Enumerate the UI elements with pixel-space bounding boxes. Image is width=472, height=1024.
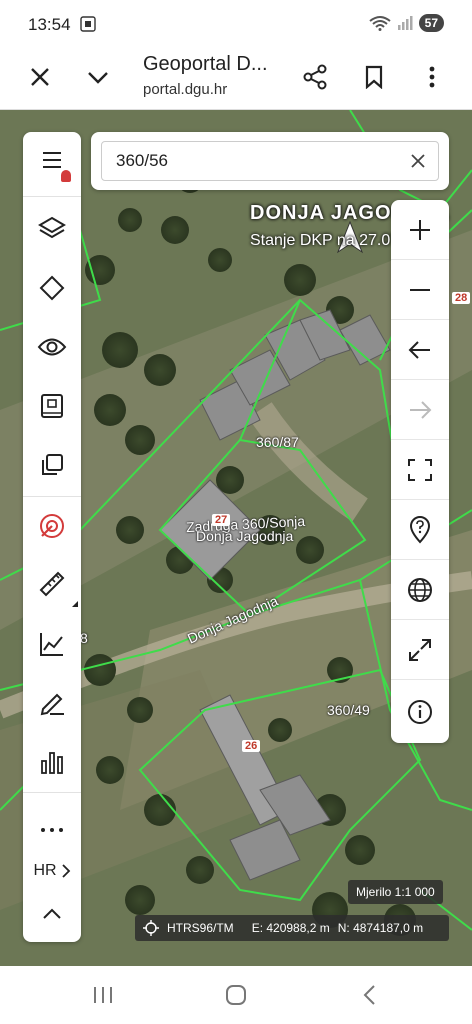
info-icon — [408, 699, 432, 724]
arrow-left-icon — [408, 340, 430, 359]
statistics-button[interactable] — [23, 736, 81, 788]
right-toolbar — [391, 200, 449, 743]
more-horizontal-icon — [41, 828, 63, 832]
more-vertical-icon — [429, 66, 435, 88]
close-tab-button[interactable] — [25, 62, 55, 92]
signal-icon — [397, 16, 413, 30]
bookmark-icon — [365, 65, 383, 89]
browser-toolbar: Geoportal D... portal.dgu.hr — [0, 48, 472, 110]
status-indicators: 57 — [369, 14, 444, 32]
parcel-label[interactable]: 360/49 — [327, 702, 370, 718]
status-time: 13:54 — [28, 15, 71, 34]
chevron-right-icon — [61, 864, 70, 878]
fullscreen-icon — [408, 458, 432, 481]
arrow-right-icon — [410, 400, 432, 419]
parcel-label[interactable]: 360/87 — [256, 434, 299, 450]
minus-icon — [410, 288, 430, 291]
notification-bell-icon — [61, 170, 71, 182]
house-number-badge: 28 — [452, 292, 471, 304]
submenu-corner-icon — [72, 601, 78, 607]
locate-button[interactable] — [23, 500, 81, 552]
scale-indicator: Mjerilo 1:1 000 — [348, 880, 443, 904]
location-info-button[interactable] — [391, 500, 449, 560]
copy-button[interactable] — [23, 439, 81, 491]
collapse-toolbar-button[interactable] — [23, 888, 81, 940]
measure-button[interactable] — [23, 558, 81, 610]
partial-label: 8 — [80, 630, 88, 646]
system-nav-bar — [0, 966, 472, 1024]
back-view-button[interactable] — [391, 320, 449, 380]
left-toolbar: HR — [23, 132, 81, 942]
home-icon — [226, 985, 246, 1005]
battery-badge: 57 — [418, 14, 444, 32]
recent-apps-icon — [94, 987, 112, 1003]
share-button[interactable] — [300, 62, 330, 92]
page-url: portal.dgu.hr — [143, 81, 228, 98]
search-panel — [91, 132, 449, 190]
status-bar: 13:54 57 — [0, 0, 472, 48]
language-selector[interactable]: HR — [23, 856, 81, 886]
globe-icon — [408, 577, 432, 602]
coordinate-readout: HTRS96/TM E: 420988,2 m N: 4874187,0 m — [135, 915, 449, 941]
more-options-button[interactable] — [417, 62, 447, 92]
profile-button[interactable] — [23, 618, 81, 670]
expand-button[interactable] — [391, 620, 449, 680]
forward-view-button[interactable] — [391, 380, 449, 440]
basemap-button[interactable] — [391, 560, 449, 620]
language-label: HR — [33, 862, 57, 879]
menu-button[interactable] — [23, 134, 81, 186]
eye-icon — [37, 338, 67, 356]
house-number-badge: 26 — [242, 740, 261, 752]
bar-chart-icon — [41, 752, 63, 774]
layers-icon — [38, 216, 66, 239]
book-button[interactable] — [23, 380, 81, 432]
info-button[interactable] — [391, 680, 449, 743]
pencil-icon — [40, 693, 64, 716]
close-icon — [31, 68, 49, 86]
map-pin-question-icon — [409, 515, 431, 543]
chevron-up-icon — [43, 908, 61, 919]
place-label: Donja Jagodnja — [196, 528, 294, 544]
search-input[interactable] — [101, 141, 439, 181]
northing-value: N: 4874187,0 m — [337, 921, 424, 935]
zoom-in-button[interactable] — [391, 200, 449, 260]
wifi-icon — [369, 16, 391, 31]
crs-label[interactable]: HTRS96/TM — [167, 921, 234, 935]
recent-apps-button[interactable] — [88, 980, 118, 1010]
diamond-icon — [39, 275, 65, 301]
copy-icon — [42, 454, 63, 475]
draw-button[interactable] — [23, 677, 81, 729]
settlement-sublabel: Stanje DKP na 27.07. — [250, 232, 404, 249]
ruler-icon — [39, 571, 65, 597]
more-tools-button[interactable] — [23, 804, 81, 856]
geometry-button[interactable] — [23, 262, 81, 314]
layers-button[interactable] — [23, 203, 81, 255]
divider — [23, 496, 81, 497]
target-icon — [40, 514, 64, 538]
menu-icon — [43, 152, 61, 168]
fullscreen-button[interactable] — [391, 440, 449, 500]
collapse-button[interactable] — [83, 62, 113, 92]
bookmark-button[interactable] — [359, 62, 389, 92]
clear-search-button[interactable] — [407, 150, 429, 172]
book-icon — [41, 394, 63, 418]
system-back-button[interactable] — [354, 980, 384, 1010]
close-icon — [411, 154, 425, 168]
divider — [23, 792, 81, 793]
house-number-badge: 27 — [212, 514, 231, 526]
back-icon — [363, 985, 375, 1005]
divider — [23, 196, 81, 197]
easting-value: E: 420988,2 m — [251, 921, 330, 935]
home-button[interactable] — [221, 980, 251, 1010]
crosshair-icon — [143, 920, 159, 936]
share-icon — [303, 64, 327, 90]
visibility-button[interactable] — [23, 321, 81, 373]
plus-icon — [410, 219, 430, 240]
expand-icon — [409, 638, 431, 661]
page-title: Geoportal D... — [143, 53, 268, 75]
chevron-down-icon — [88, 72, 108, 84]
screen-record-icon — [80, 16, 96, 32]
zoom-out-button[interactable] — [391, 260, 449, 320]
line-chart-icon — [40, 633, 63, 656]
